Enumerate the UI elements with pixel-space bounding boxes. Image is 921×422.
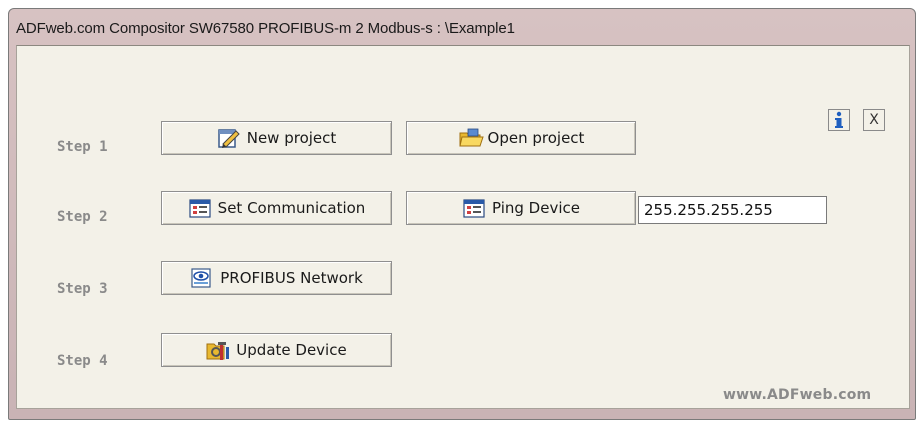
- ping-device-button[interactable]: Ping Device: [406, 191, 636, 225]
- settings-window-icon: [188, 197, 212, 219]
- new-project-label: New project: [246, 129, 337, 147]
- ping-window-icon: [462, 197, 486, 219]
- profibus-network-button[interactable]: PROFIBUS Network: [161, 261, 392, 295]
- new-project-icon: [217, 127, 241, 149]
- profibus-network-label: PROFIBUS Network: [220, 269, 363, 287]
- ip-address-input[interactable]: [638, 196, 827, 224]
- close-button[interactable]: X: [863, 109, 885, 131]
- website-link: www.ADFweb.com: [723, 387, 872, 403]
- update-device-label: Update Device: [236, 341, 347, 359]
- step-3-label: Step 3: [57, 281, 108, 297]
- network-eye-icon: [190, 267, 214, 289]
- open-project-button[interactable]: Open project: [406, 121, 636, 155]
- new-project-button[interactable]: New project: [161, 121, 392, 155]
- close-label: X: [869, 112, 879, 128]
- window-title: ADFweb.com Compositor SW67580 PROFIBUS-m…: [16, 20, 515, 37]
- folder-icon: [458, 127, 484, 149]
- step-4-label: Step 4: [57, 353, 108, 369]
- title-bar[interactable]: ADFweb.com Compositor SW67580 PROFIBUS-m…: [9, 9, 915, 45]
- open-project-label: Open project: [487, 129, 585, 147]
- update-tools-icon: [206, 339, 230, 361]
- app-window: ADFweb.com Compositor SW67580 PROFIBUS-m…: [8, 8, 916, 420]
- ping-device-label: Ping Device: [492, 199, 580, 217]
- main-panel: X Step 1 Step 2 Step 3 Step 4 New projec…: [16, 45, 910, 409]
- set-communication-button[interactable]: Set Communication: [161, 191, 392, 225]
- set-communication-label: Set Communication: [217, 199, 366, 217]
- step-2-label: Step 2: [57, 209, 108, 225]
- update-device-button[interactable]: Update Device: [161, 333, 392, 367]
- info-button[interactable]: [828, 109, 850, 131]
- info-icon: [835, 111, 843, 128]
- step-1-label: Step 1: [57, 139, 108, 155]
